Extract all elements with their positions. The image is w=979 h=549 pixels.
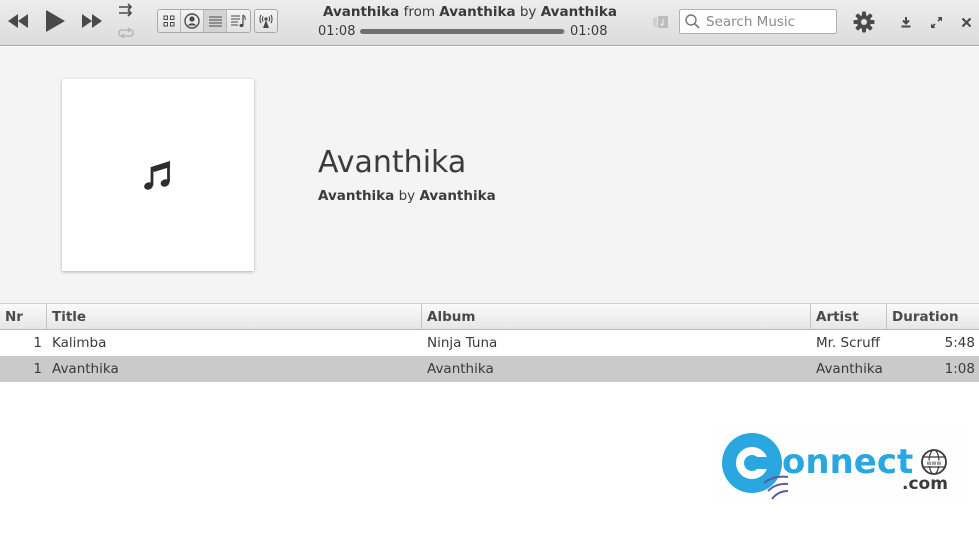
list-icon [208, 16, 222, 26]
minimize-button[interactable] [897, 13, 915, 31]
previous-button[interactable] [4, 10, 32, 32]
seek-slider-fill [360, 28, 564, 34]
search-input[interactable] [702, 13, 832, 30]
table-header: Nr Title Album Artist Duration [0, 303, 979, 330]
seek-slider[interactable] [360, 28, 566, 34]
svg-text:onnect: onnect [782, 442, 913, 482]
album-cover [62, 79, 254, 271]
play-button[interactable] [40, 7, 70, 35]
next-button[interactable] [78, 10, 106, 32]
album-subtitle: Avanthika by Avanthika [318, 188, 496, 204]
playlists-view-button[interactable] [227, 10, 250, 32]
playlist-icon [230, 14, 246, 28]
svg-text:.com: .com [902, 474, 948, 494]
shuffle-icon [119, 3, 133, 17]
cell-duration: 5:48 [944, 335, 975, 351]
cell-title: Kalimba [52, 335, 107, 351]
elapsed-time: 01:08 [318, 23, 356, 39]
album-title: Avanthika [318, 145, 467, 180]
track-artist: Avanthika [540, 4, 617, 20]
column-header-album[interactable]: Album [422, 304, 811, 329]
artist-icon [184, 13, 200, 29]
albums-view-button[interactable] [158, 10, 181, 32]
track-title: Avanthika [322, 4, 400, 20]
mini-player-button[interactable] [652, 13, 670, 31]
total-time: 01:08 [570, 23, 608, 39]
track-table: Nr Title Album Artist Duration 1 Kalimba… [0, 303, 979, 382]
fast-forward-icon [82, 14, 102, 28]
connect-watermark-logo: onnect .com www [712, 425, 962, 505]
cell-title: Avanthika [52, 361, 119, 377]
settings-button[interactable] [852, 10, 876, 34]
maximize-button[interactable] [927, 13, 945, 31]
cell-nr: 1 [33, 361, 42, 377]
view-switcher [157, 9, 251, 33]
radio-tower-icon [259, 14, 273, 28]
column-header-artist[interactable]: Artist [811, 304, 887, 329]
radio-button[interactable] [254, 9, 278, 33]
repeat-button[interactable] [115, 24, 137, 42]
cell-artist: Avanthika [816, 361, 883, 377]
album-by-label: by [398, 188, 416, 204]
cell-album: Avanthika [427, 361, 494, 377]
svg-text:www: www [927, 460, 942, 467]
close-icon [961, 17, 971, 27]
music-note-icon [144, 161, 170, 190]
music-library-icon [653, 16, 668, 28]
songs-view-button[interactable] [204, 10, 227, 32]
cell-artist: Mr. Scruff [816, 335, 880, 351]
rewind-icon [8, 14, 28, 28]
column-header-duration[interactable]: Duration [887, 304, 979, 329]
now-playing-label: Avanthika from Avanthika by Avanthika [300, 4, 640, 20]
search-field[interactable] [679, 9, 837, 34]
expand-icon [930, 16, 942, 28]
album-header: Avanthika Avanthika by Avanthika [0, 47, 979, 303]
search-icon [685, 13, 700, 29]
cell-duration: 1:08 [944, 361, 975, 377]
cell-album: Ninja Tuna [427, 335, 498, 351]
from-label: from [403, 4, 435, 20]
table-row[interactable]: 1 Kalimba Ninja Tuna Mr. Scruff 5:48 [0, 330, 979, 356]
connect-logo-icon: onnect .com www [722, 433, 948, 500]
cell-nr: 1 [33, 335, 42, 351]
album-name: Avanthika [318, 188, 395, 204]
column-header-title[interactable]: Title [47, 304, 422, 329]
table-row[interactable]: 1 Avanthika Avanthika Avanthika 1:08 [0, 356, 979, 382]
download-icon [901, 17, 911, 28]
artists-view-button[interactable] [181, 10, 204, 32]
repeat-icon [118, 27, 134, 39]
play-icon [46, 10, 65, 32]
toolbar: Avanthika from Avanthika by Avanthika 01… [0, 0, 979, 46]
column-header-nr[interactable]: Nr [0, 304, 47, 329]
grid-icon [163, 15, 175, 27]
shuffle-button[interactable] [115, 2, 137, 18]
by-label: by [519, 4, 537, 20]
gear-icon [853, 11, 875, 33]
progress-row: 01:08 01:08 [318, 23, 610, 39]
album-artist: Avanthika [419, 188, 496, 204]
music-player-window: Avanthika from Avanthika by Avanthika 01… [0, 0, 979, 549]
track-album: Avanthika [439, 4, 516, 20]
close-button[interactable] [957, 13, 975, 31]
